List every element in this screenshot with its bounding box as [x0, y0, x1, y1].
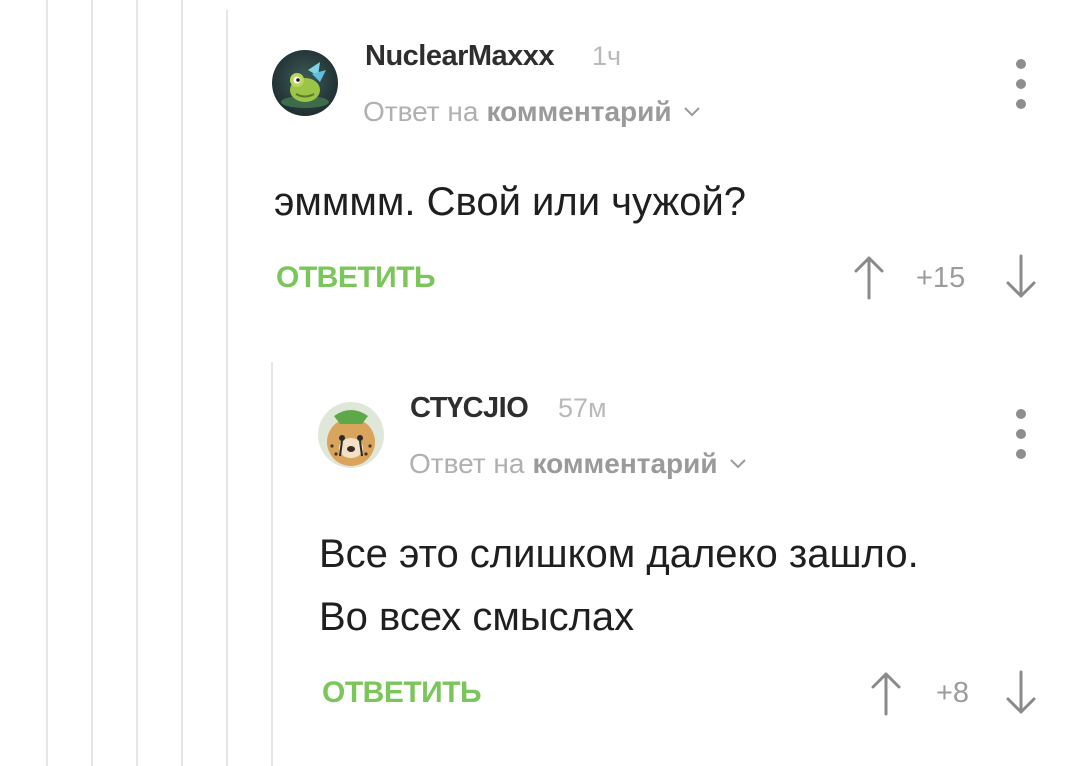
downvote-button[interactable]: [1004, 670, 1038, 721]
thread-line: [226, 10, 228, 766]
thread-line: [91, 0, 93, 766]
arrow-down-icon: [1006, 670, 1036, 714]
comment-score: +8: [936, 677, 970, 709]
reply-button[interactable]: ОТВЕТИТЬ: [322, 676, 482, 710]
dot: [1016, 429, 1026, 439]
more-options-button[interactable]: [1011, 59, 1031, 109]
thread-line: [271, 362, 273, 766]
reply-to-target: комментарий: [532, 448, 718, 479]
username[interactable]: NuclearMaxxx: [365, 40, 555, 73]
upvote-button[interactable]: [852, 254, 886, 305]
more-options-button[interactable]: [1011, 409, 1031, 459]
thread-line: [46, 0, 48, 766]
comment-time: 1ч: [592, 41, 622, 71]
comment-text: эмммм. Свой или чужой?: [274, 180, 747, 224]
dot: [1016, 79, 1026, 89]
reply-to-target: комментарий: [486, 96, 672, 127]
frog-avatar-icon: [272, 50, 338, 116]
dot: [1016, 99, 1026, 109]
dot: [1016, 59, 1026, 69]
user-avatar[interactable]: [318, 402, 384, 468]
reply-button[interactable]: ОТВЕТИТЬ: [276, 261, 436, 295]
comment-text: Все это слишком далеко зашло.: [319, 532, 919, 576]
chevron-down-icon: [729, 459, 746, 469]
arrow-up-icon: [871, 672, 901, 716]
upvote-button[interactable]: [869, 670, 903, 721]
arrow-down-icon: [1006, 254, 1036, 298]
dot: [1016, 449, 1026, 459]
chevron-down-icon: [683, 107, 700, 117]
arrow-up-icon: [854, 256, 884, 300]
username[interactable]: СТҮСJIO: [410, 392, 529, 425]
comment-thread: NuclearMaxxx 1ч Ответ на комментарий эмм…: [0, 0, 1080, 766]
reply-to-link[interactable]: Ответ на комментарий: [409, 448, 746, 480]
thread-line: [181, 0, 183, 766]
downvote-button[interactable]: [1004, 254, 1038, 305]
comment-time: 57м: [558, 393, 607, 423]
thread-line: [136, 0, 138, 766]
reply-to-link[interactable]: Ответ на комментарий: [363, 96, 700, 128]
reply-to-prefix: Ответ на: [363, 96, 479, 127]
dot: [1016, 409, 1026, 419]
user-avatar[interactable]: [272, 50, 338, 116]
cheetah-avatar-icon: [318, 402, 384, 468]
comment-text: Во всех смыслах: [319, 595, 635, 639]
comment-score: +15: [916, 262, 966, 294]
reply-to-prefix: Ответ на: [409, 448, 525, 479]
